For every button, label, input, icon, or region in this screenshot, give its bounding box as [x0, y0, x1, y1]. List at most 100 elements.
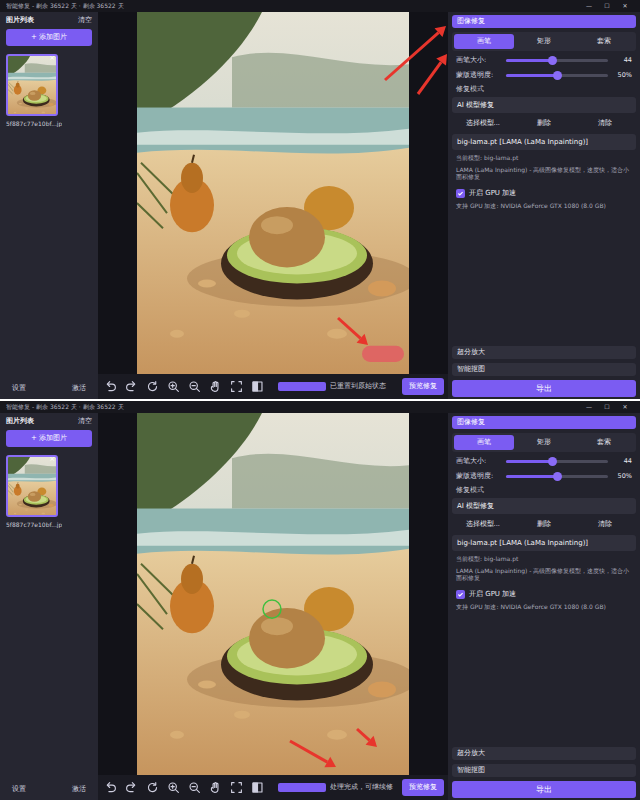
export-button[interactable]: 导出: [452, 781, 636, 798]
tool-tab[interactable]: 画笔: [454, 34, 514, 49]
tool-tab[interactable]: 套索: [574, 34, 634, 49]
clear-button[interactable]: 清空: [78, 16, 92, 25]
window-title: 智能修复 - 剩余 36522 天 · 剩余 36522 天: [6, 403, 580, 411]
photo[interactable]: [137, 413, 409, 775]
zoom-out-button[interactable]: [186, 378, 203, 395]
export-button[interactable]: 导出: [452, 380, 636, 397]
delete-model-button[interactable]: 删除: [513, 518, 574, 530]
slider-track[interactable]: [506, 460, 608, 463]
window-control[interactable]: ☐: [598, 403, 616, 411]
activate-button[interactable]: 激活: [72, 785, 86, 794]
delete-model-button[interactable]: 删除: [513, 117, 574, 129]
preview-button[interactable]: 预览修复: [402, 378, 444, 395]
compare-button[interactable]: [249, 378, 266, 395]
hand-button[interactable]: [207, 378, 224, 395]
refresh-button[interactable]: [144, 378, 161, 395]
window-control[interactable]: ✕: [616, 2, 634, 10]
section-header[interactable]: 智能抠图: [452, 764, 636, 777]
clear-button[interactable]: 清空: [78, 417, 92, 426]
activate-button[interactable]: 激活: [72, 384, 86, 393]
add-image-button[interactable]: + 添加图片: [6, 29, 92, 46]
settings-button[interactable]: 设置: [12, 785, 26, 794]
section-header[interactable]: 超分放大: [452, 346, 636, 359]
window-control[interactable]: ☐: [598, 2, 616, 10]
clear-model-button[interactable]: 清除: [575, 117, 636, 129]
window-control[interactable]: —: [580, 2, 598, 10]
section-header[interactable]: 超分放大: [452, 747, 636, 760]
clear-model-button[interactable]: 清除: [575, 518, 636, 530]
hand-icon: [209, 781, 222, 794]
collapsed-section: 智能抠图: [452, 764, 636, 777]
window-control[interactable]: —: [580, 403, 598, 411]
refresh-button[interactable]: [144, 779, 161, 796]
fit-button[interactable]: [228, 779, 245, 796]
tool-tab[interactable]: 矩形: [514, 435, 574, 450]
add-image-button[interactable]: + 添加图片: [6, 430, 92, 447]
tool-tab[interactable]: 套索: [574, 435, 634, 450]
preview-button[interactable]: 预览修复: [402, 779, 444, 796]
zoom-out-button[interactable]: [186, 779, 203, 796]
photo[interactable]: [8, 457, 56, 517]
slider-track[interactable]: [506, 74, 608, 77]
image-thumbnail[interactable]: ×: [6, 54, 58, 116]
image-item[interactable]: ×5f887c77e10bf...jp: [6, 455, 92, 529]
slider-handle[interactable]: [553, 71, 562, 80]
photo[interactable]: [8, 56, 56, 116]
slider-track[interactable]: [506, 475, 608, 478]
slider-handle[interactable]: [548, 56, 557, 65]
zoom-in-button[interactable]: [165, 779, 182, 796]
progress-track: [278, 382, 326, 391]
compare-button[interactable]: [249, 779, 266, 796]
undo-button[interactable]: [102, 779, 119, 796]
hand-button[interactable]: [207, 779, 224, 796]
select-model-button[interactable]: 选择模型...: [452, 518, 513, 530]
sidebar-spacer: [6, 131, 92, 384]
select-model-button[interactable]: 选择模型...: [452, 117, 513, 129]
settings-panel: 图像修复画笔矩形套索画笔大小:44蒙版透明度:50%修复模式AI 模型修复选择模…: [448, 12, 640, 399]
red-arrow-icon: [418, 54, 447, 94]
gpu-label[interactable]: 开启 GPU 加速: [469, 189, 516, 198]
main-area: 图片列表清空+ 添加图片×5f887c77e10bf...jp设置激活处理完成，…: [0, 413, 640, 800]
slider-handle[interactable]: [548, 457, 557, 466]
gpu-checkbox[interactable]: [456, 189, 465, 198]
remove-image-button[interactable]: ×: [49, 55, 55, 62]
slider-handle[interactable]: [553, 472, 562, 481]
slider-track[interactable]: [506, 59, 608, 62]
mode-select[interactable]: AI 模型修复: [452, 97, 636, 114]
gpu-toggle[interactable]: 开启 GPU 加速: [452, 189, 636, 198]
image-item[interactable]: ×5f887c77e10bf...jp: [6, 54, 92, 128]
mode-label: 修复模式: [452, 486, 636, 494]
canvas-view[interactable]: [98, 413, 448, 775]
title-bar: 智能修复 - 剩余 36522 天 · 剩余 36522 天—☐✕: [0, 401, 640, 413]
canvas-view[interactable]: [98, 12, 448, 374]
image-thumbnail[interactable]: ×: [6, 455, 58, 517]
photo[interactable]: [137, 12, 409, 374]
model-select[interactable]: big-lama.pt [LAMA (LaMa Inpainting)]: [452, 134, 636, 151]
tool-tab[interactable]: 画笔: [454, 435, 514, 450]
gpu-checkbox[interactable]: [456, 590, 465, 599]
redo-button[interactable]: [123, 378, 140, 395]
check-icon: [457, 190, 464, 197]
gpu-info: 支持 GPU 加速: NVIDIA GeForce GTX 1080 (8.0 …: [452, 202, 636, 210]
settings-button[interactable]: 设置: [12, 384, 26, 393]
fit-button[interactable]: [228, 378, 245, 395]
undo-button[interactable]: [102, 378, 119, 395]
zoom-in-icon: [167, 380, 180, 393]
tool-tab[interactable]: 矩形: [514, 34, 574, 49]
canvas-image[interactable]: [137, 413, 409, 775]
model-buttons: 选择模型...删除清除: [452, 117, 636, 129]
gpu-label[interactable]: 开启 GPU 加速: [469, 590, 516, 599]
gpu-toggle[interactable]: 开启 GPU 加速: [452, 590, 636, 599]
remove-image-button[interactable]: ×: [49, 456, 55, 463]
inpaint-section-header[interactable]: 图像修复: [452, 15, 636, 28]
fit-icon: [230, 380, 243, 393]
canvas-image[interactable]: [137, 12, 409, 374]
zoom-in-button[interactable]: [165, 378, 182, 395]
redo-button[interactable]: [123, 779, 140, 796]
section-header[interactable]: 智能抠图: [452, 363, 636, 376]
status-text: 处理完成，可继续修: [330, 783, 398, 791]
inpaint-section-header[interactable]: 图像修复: [452, 416, 636, 429]
mode-select[interactable]: AI 模型修复: [452, 498, 636, 515]
window-control[interactable]: ✕: [616, 403, 634, 411]
model-select[interactable]: big-lama.pt [LAMA (LaMa Inpainting)]: [452, 535, 636, 552]
